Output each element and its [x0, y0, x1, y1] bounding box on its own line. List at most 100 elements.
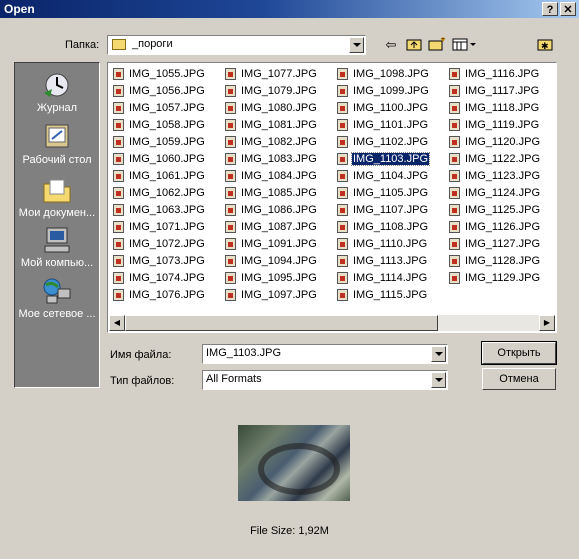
file-item[interactable]: IMG_1122.JPG — [447, 151, 559, 168]
file-item[interactable]: IMG_1079.JPG — [223, 83, 335, 100]
jpg-file-icon — [449, 238, 460, 250]
file-item[interactable]: IMG_1126.JPG — [447, 219, 559, 236]
file-item[interactable]: IMG_1083.JPG — [223, 151, 335, 168]
place-desktop[interactable]: Рабочий стол — [15, 123, 99, 166]
file-item[interactable]: IMG_1073.JPG — [111, 253, 223, 270]
cancel-button[interactable]: Отмена — [482, 368, 556, 390]
file-item[interactable]: IMG_1072.JPG — [111, 236, 223, 253]
open-button[interactable]: Открыть — [481, 341, 557, 365]
file-item[interactable]: IMG_1127.JPG — [447, 236, 559, 253]
file-item[interactable]: IMG_1101.JPG — [335, 117, 447, 134]
file-item[interactable]: IMG_1119.JPG — [447, 117, 559, 134]
chevron-down-icon[interactable] — [431, 372, 446, 388]
file-item[interactable]: IMG_1120.JPG — [447, 134, 559, 151]
file-column: IMG_1077.JPG IMG_1079.JPG IMG_1080.JPG IMG_… — [223, 66, 335, 304]
file-list[interactable]: IMG_1055.JPG IMG_1056.JPG IMG_1057.JPG IMG_… — [107, 62, 557, 333]
file-item[interactable]: IMG_1129.JPG — [447, 270, 559, 287]
file-item[interactable]: IMG_1084.JPG — [223, 168, 335, 185]
file-item[interactable]: IMG_1091.JPG — [223, 236, 335, 253]
jpg-file-icon — [225, 221, 236, 233]
filename-input[interactable]: IMG_1103.JPG — [202, 344, 448, 364]
file-item[interactable]: IMG_1086.JPG — [223, 202, 335, 219]
file-item[interactable]: IMG_1062.JPG — [111, 185, 223, 202]
file-item[interactable]: IMG_1098.JPG — [335, 66, 447, 83]
file-name: IMG_1104.JPG — [353, 170, 428, 182]
file-item[interactable]: IMG_1077.JPG — [223, 66, 335, 83]
file-item[interactable]: IMG_1117.JPG — [447, 83, 559, 100]
file-item[interactable]: IMG_1055.JPG — [111, 66, 223, 83]
jpg-file-icon — [337, 170, 348, 182]
file-item[interactable]: IMG_1124.JPG — [447, 185, 559, 202]
favorites-icon[interactable]: ✱ — [536, 37, 554, 53]
file-item[interactable]: IMG_1056.JPG — [111, 83, 223, 100]
close-button[interactable]: ✕ — [560, 2, 576, 16]
file-item[interactable]: IMG_1118.JPG — [447, 100, 559, 117]
file-item[interactable]: IMG_1059.JPG — [111, 134, 223, 151]
back-arrow-icon[interactable]: ⇦ — [382, 37, 400, 53]
place-my-documents[interactable]: Мои докумен... — [15, 176, 99, 219]
network-icon — [43, 278, 71, 304]
file-item[interactable]: IMG_1085.JPG — [223, 185, 335, 202]
file-item[interactable]: IMG_1063.JPG — [111, 202, 223, 219]
file-name: IMG_1058.JPG — [129, 119, 205, 131]
chevron-down-icon[interactable] — [349, 37, 364, 53]
file-item[interactable]: IMG_1061.JPG — [111, 168, 223, 185]
file-item[interactable]: IMG_1060.JPG — [111, 151, 223, 168]
jpg-file-icon — [449, 68, 460, 80]
up-folder-icon[interactable] — [405, 37, 423, 53]
file-item[interactable]: IMG_1107.JPG — [335, 202, 447, 219]
title-bar[interactable]: Open ? ✕ — [0, 0, 579, 18]
file-item[interactable]: IMG_1116.JPG — [447, 66, 559, 83]
jpg-file-icon — [225, 119, 236, 131]
file-name: IMG_1056.JPG — [129, 85, 205, 97]
view-menu-icon[interactable] — [451, 37, 477, 53]
place-network[interactable]: Мое сетевое ... — [15, 277, 99, 320]
file-item[interactable]: IMG_1097.JPG — [223, 287, 335, 304]
file-item[interactable]: IMG_1113.JPG — [335, 253, 447, 270]
scroll-right-icon[interactable]: ▶ — [539, 315, 555, 331]
file-item[interactable]: IMG_1125.JPG — [447, 202, 559, 219]
filetype-select[interactable]: All Formats — [202, 370, 448, 390]
file-name: IMG_1055.JPG — [129, 68, 205, 80]
file-item[interactable]: IMG_1071.JPG — [111, 219, 223, 236]
new-folder-icon[interactable] — [428, 37, 446, 53]
file-item[interactable]: IMG_1087.JPG — [223, 219, 335, 236]
file-item[interactable]: IMG_1123.JPG — [447, 168, 559, 185]
jpg-file-icon — [225, 102, 236, 114]
chevron-down-icon[interactable] — [431, 346, 446, 362]
file-item[interactable]: IMG_1110.JPG — [335, 236, 447, 253]
file-item[interactable]: IMG_1082.JPG — [223, 134, 335, 151]
file-item[interactable]: IMG_1074.JPG — [111, 270, 223, 287]
jpg-file-icon — [225, 255, 236, 267]
jpg-file-icon — [225, 289, 236, 301]
scroll-left-icon[interactable]: ◀ — [109, 315, 125, 331]
help-button[interactable]: ? — [542, 2, 558, 16]
jpg-file-icon — [225, 170, 236, 182]
place-my-computer[interactable]: Мой компью... — [15, 226, 99, 269]
file-item[interactable]: IMG_1108.JPG — [335, 219, 447, 236]
my-documents-icon — [43, 179, 71, 203]
file-item[interactable]: IMG_1103.JPG — [335, 151, 447, 168]
scroll-thumb[interactable] — [125, 315, 438, 331]
file-item[interactable]: IMG_1081.JPG — [223, 117, 335, 134]
file-item[interactable]: IMG_1104.JPG — [335, 168, 447, 185]
file-name: IMG_1115.JPG — [353, 289, 428, 301]
file-item[interactable]: IMG_1099.JPG — [335, 83, 447, 100]
file-item[interactable]: IMG_1095.JPG — [223, 270, 335, 287]
horizontal-scrollbar[interactable]: ◀ ▶ — [109, 315, 555, 331]
folder-combo[interactable]: _пороги — [107, 35, 366, 55]
file-item[interactable]: IMG_1114.JPG — [335, 270, 447, 287]
file-item[interactable]: IMG_1128.JPG — [447, 253, 559, 270]
place-label: Мое сетевое ... — [18, 308, 96, 320]
file-item[interactable]: IMG_1105.JPG — [335, 185, 447, 202]
place-history[interactable]: Журнал — [15, 71, 99, 114]
file-item[interactable]: IMG_1057.JPG — [111, 100, 223, 117]
file-item[interactable]: IMG_1094.JPG — [223, 253, 335, 270]
file-item[interactable]: IMG_1080.JPG — [223, 100, 335, 117]
file-item[interactable]: IMG_1100.JPG — [335, 100, 447, 117]
file-item[interactable]: IMG_1115.JPG — [335, 287, 447, 304]
file-item[interactable]: IMG_1076.JPG — [111, 287, 223, 304]
file-item[interactable]: IMG_1058.JPG — [111, 117, 223, 134]
jpg-file-icon — [225, 204, 236, 216]
file-item[interactable]: IMG_1102.JPG — [335, 134, 447, 151]
